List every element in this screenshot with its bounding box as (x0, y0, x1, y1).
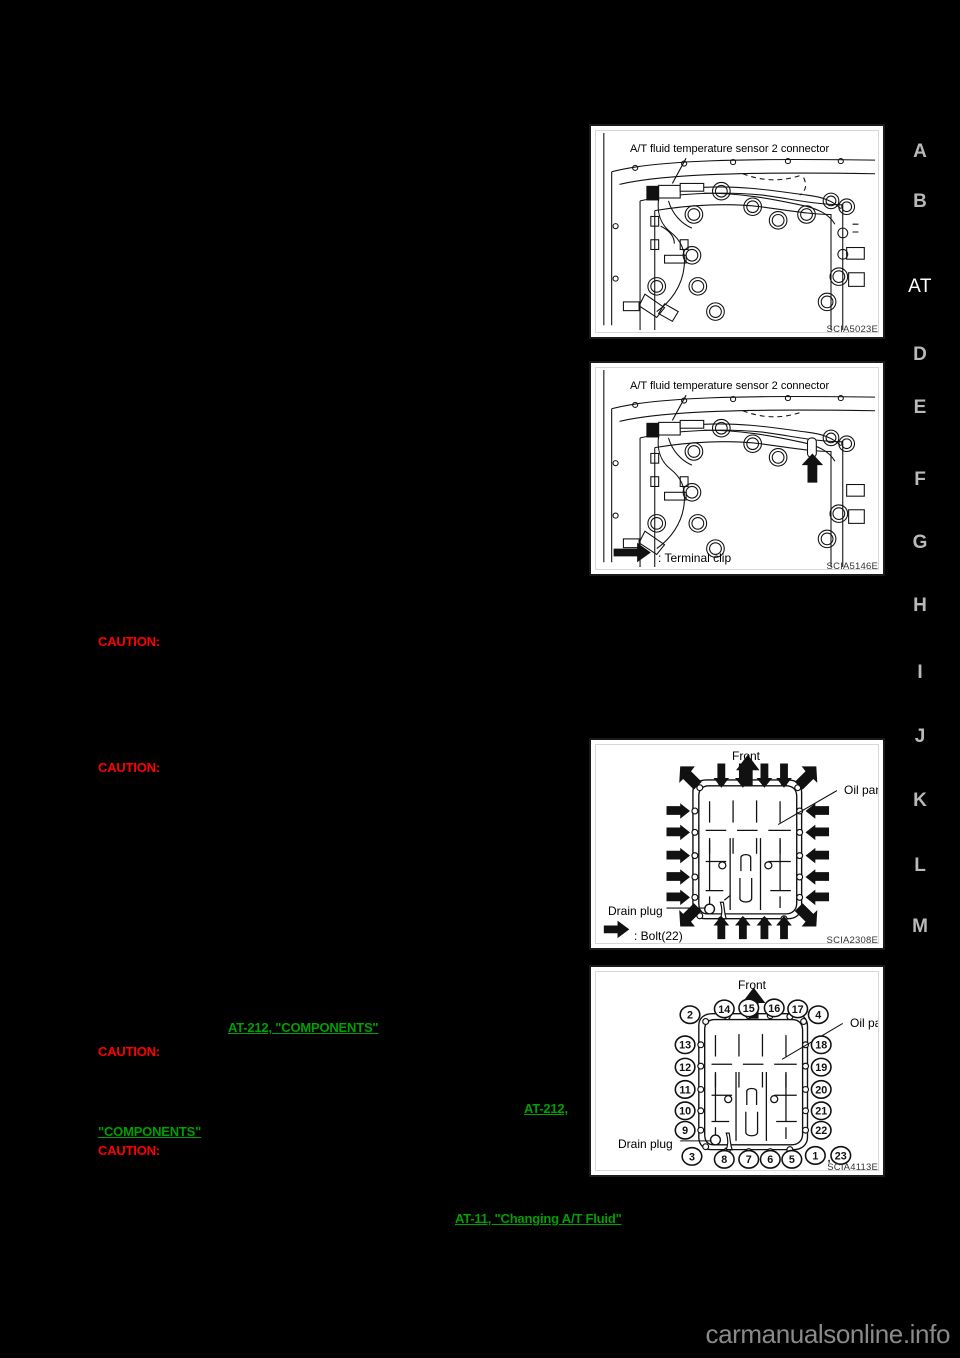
figure-drain-plug-label: Drain plug (608, 904, 663, 918)
svg-text:13: 13 (679, 1040, 691, 1052)
svg-text:12: 12 (679, 1062, 691, 1074)
figure-callout-label: A/T fluid temperature sensor 2 connector (630, 380, 830, 392)
figure-front-label: Front (732, 749, 761, 763)
svg-text:16: 16 (768, 1003, 780, 1015)
svg-text:2: 2 (687, 1010, 693, 1022)
svg-text:20: 20 (815, 1084, 827, 1096)
link-at212-components[interactable]: AT-212, "COMPONENTS" (228, 1020, 379, 1035)
section-tab-m[interactable]: M (896, 917, 944, 936)
section-tab-f[interactable]: F (896, 470, 944, 489)
svg-text:15: 15 (743, 1003, 755, 1015)
svg-text:14: 14 (718, 1004, 730, 1016)
figure-code: SCIA2308E (826, 935, 878, 946)
svg-text:22: 22 (815, 1125, 827, 1137)
section-tab-h[interactable]: H (896, 596, 944, 615)
valve-body-illustration (603, 132, 876, 331)
svg-text:21: 21 (815, 1106, 827, 1118)
caution-heading-3: CAUTION: (98, 1044, 160, 1059)
section-tab-j[interactable]: J (896, 727, 944, 746)
svg-text:17: 17 (792, 1004, 804, 1016)
figure-canvas: A/T fluid temperature sensor 2 connector… (595, 367, 879, 570)
figure-sensor-connector-clip: A/T fluid temperature sensor 2 connector… (589, 361, 885, 576)
svg-text:5: 5 (789, 1154, 795, 1166)
section-tab-e[interactable]: E (896, 398, 944, 417)
figure-canvas: A/T fluid temperature sensor 2 connector (595, 130, 879, 333)
section-tab-i[interactable]: I (896, 663, 944, 682)
figure-sensor-connector: A/T fluid temperature sensor 2 connector… (589, 124, 885, 339)
figure-code: SCIA5023E (826, 324, 878, 335)
svg-text:10: 10 (679, 1106, 691, 1118)
figure-oil-pan-label: Oil pan (844, 783, 879, 797)
section-tab-at[interactable]: AT (896, 277, 944, 296)
svg-text:18: 18 (815, 1040, 827, 1052)
valve-body-terminal-clip-illustration (603, 369, 876, 568)
svg-text:4: 4 (815, 1010, 821, 1022)
figure-oil-pan-label: Oil pan (850, 1016, 878, 1030)
svg-text:19: 19 (815, 1062, 827, 1074)
figure-legend-terminal-clip: : Terminal clip (658, 551, 732, 565)
link-at11-changing-fluid[interactable]: AT-11, "Changing A/T Fluid" (455, 1211, 622, 1226)
figure-canvas: 2 14 15 16 17 4 13 12 11 10 9 18 19 20 2… (595, 971, 879, 1171)
svg-text:9: 9 (682, 1125, 688, 1137)
figure-code: SCIA4113E (827, 1162, 878, 1173)
figure-callout-label: A/T fluid temperature sensor 2 connector (630, 143, 830, 155)
figure-canvas: Front Oil pan Drain plug : Bolt(22) (595, 744, 879, 944)
svg-text:1: 1 (812, 1150, 818, 1162)
section-tab-l[interactable]: L (896, 856, 944, 875)
site-watermark: carmanualsonline.info (705, 1319, 950, 1349)
service-manual-page: { "page": { "section_code": "AT", "water… (0, 0, 960, 1358)
figure-oil-pan-sequence: 2 14 15 16 17 4 13 12 11 10 9 18 19 20 2… (589, 965, 885, 1177)
figure-legend-bolt: : Bolt(22) (634, 929, 683, 943)
caution-heading-4: CAUTION: (98, 1143, 160, 1158)
svg-text:23: 23 (835, 1150, 847, 1162)
caution-heading-2: CAUTION: (98, 760, 160, 775)
figure-front-label: Front (738, 978, 767, 992)
section-tab-a[interactable]: A (896, 142, 944, 161)
svg-text:6: 6 (767, 1154, 773, 1166)
figure-drain-plug-label: Drain plug (618, 1137, 673, 1151)
section-tab-k[interactable]: K (896, 791, 944, 810)
caution-heading-1: CAUTION: (98, 634, 160, 649)
svg-text:11: 11 (679, 1084, 690, 1096)
section-tab-rail: A B AT D E F G H I J K L M (896, 0, 960, 1358)
svg-text:8: 8 (721, 1154, 727, 1166)
section-tab-d[interactable]: D (896, 345, 944, 364)
section-tab-b[interactable]: B (896, 192, 944, 211)
link-at212[interactable]: AT-212, (524, 1101, 568, 1116)
link-components[interactable]: "COMPONENTS" (98, 1124, 201, 1139)
section-tab-g[interactable]: G (896, 533, 944, 552)
figure-oil-pan-bolts: Front Oil pan Drain plug : Bolt(22) SCIA… (589, 738, 885, 950)
svg-text:7: 7 (746, 1154, 752, 1166)
figure-code: SCIA5146E (826, 561, 878, 572)
svg-text:3: 3 (689, 1151, 695, 1163)
